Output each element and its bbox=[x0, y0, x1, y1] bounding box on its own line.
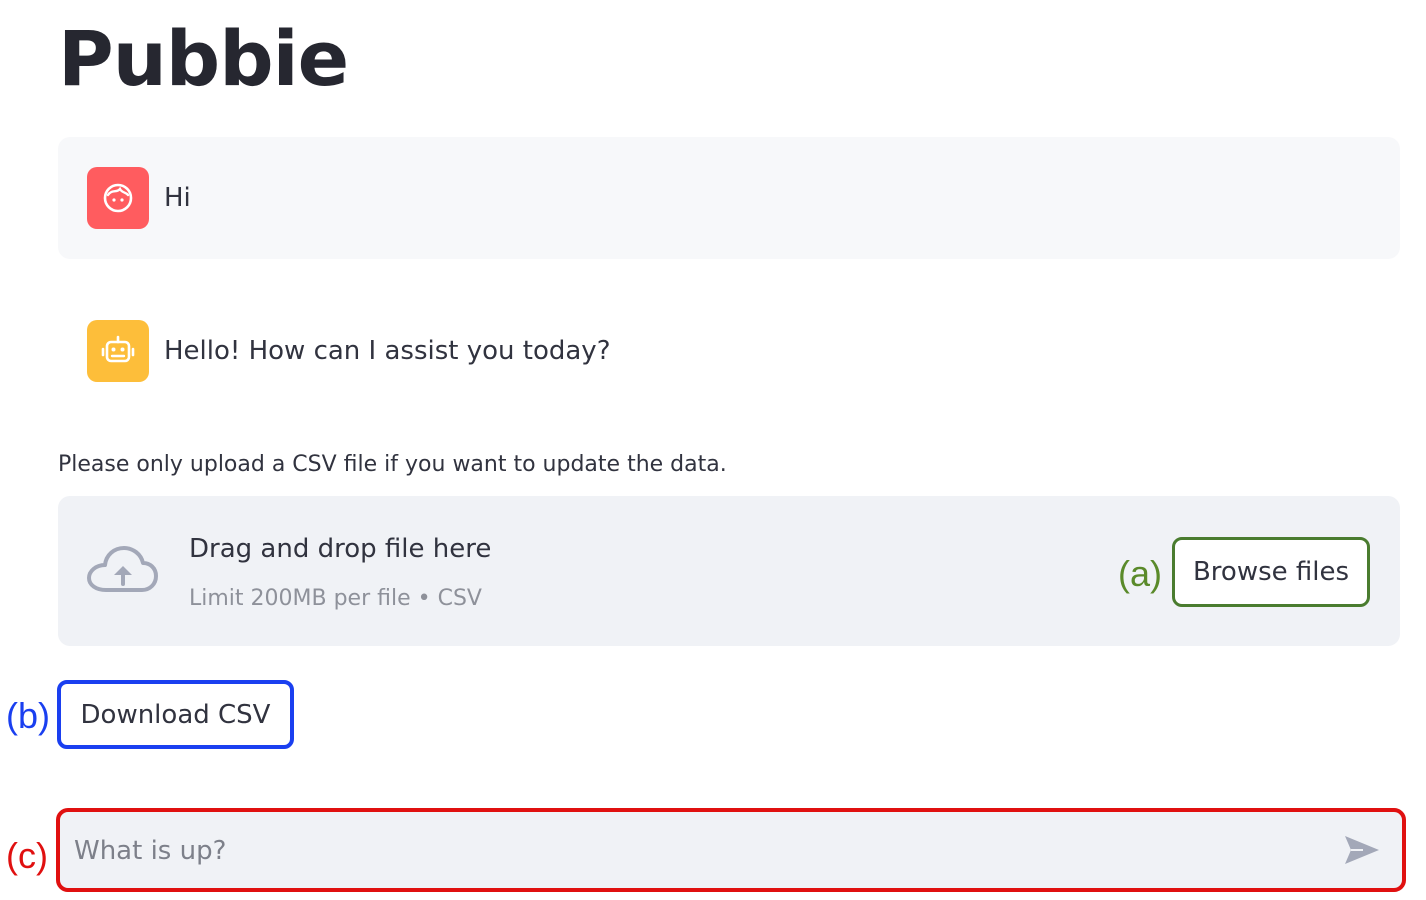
chat-input[interactable] bbox=[72, 822, 1316, 880]
user-face-icon bbox=[103, 183, 133, 213]
file-dropzone[interactable]: Drag and drop file here Limit 200MB per … bbox=[58, 496, 1400, 646]
user-message-text: Hi bbox=[164, 183, 191, 213]
send-button[interactable] bbox=[1340, 830, 1384, 870]
chat-message-user: Hi bbox=[58, 137, 1400, 259]
annotation-label-c: (c) bbox=[6, 835, 48, 876]
assistant-message-text: Hello! How can I assist you today? bbox=[164, 336, 611, 366]
send-icon bbox=[1345, 836, 1379, 864]
browse-files-button[interactable]: Browse files bbox=[1172, 537, 1370, 607]
upload-label: Please only upload a CSV file if you wan… bbox=[58, 452, 727, 477]
chat-input-container bbox=[56, 808, 1406, 892]
annotation-label-b: (b) bbox=[6, 695, 50, 736]
download-csv-button[interactable]: Download CSV bbox=[57, 680, 294, 749]
cloud-upload-icon bbox=[87, 546, 158, 592]
annotation-label-a: (a) bbox=[1118, 553, 1162, 594]
robot-icon bbox=[101, 335, 135, 363]
app-title: Pubbie bbox=[58, 14, 349, 103]
chat-message-assistant: Hello! How can I assist you today? bbox=[58, 290, 1400, 412]
user-avatar bbox=[87, 167, 149, 229]
dropzone-limit-text: Limit 200MB per file • CSV bbox=[189, 586, 482, 611]
assistant-avatar bbox=[87, 320, 149, 382]
dropzone-title: Drag and drop file here bbox=[189, 534, 492, 564]
